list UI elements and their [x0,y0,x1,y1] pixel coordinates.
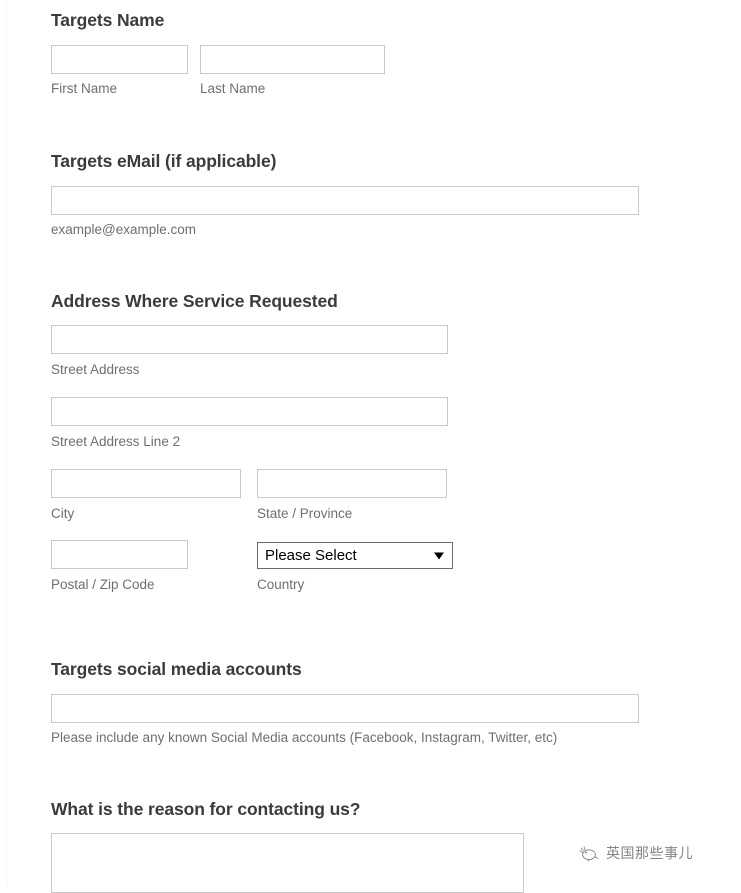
state-province-label: State / Province [257,506,353,521]
section-contact-reason: What is the reason for contacting us? [51,799,360,820]
social-accounts-hint-label: Please include any known Social Media ac… [51,730,558,745]
watermark: 英国那些事儿 [578,843,693,863]
section-heading-service-address: Address Where Service Requested [51,291,338,311]
last-name-label: Last Name [200,81,266,96]
email-input[interactable] [51,186,639,215]
section-heading-social-media: Targets social media accounts [51,659,302,679]
street-address-line2-input[interactable] [51,397,448,426]
section-social-media: Targets social media accounts [51,659,302,680]
city-label: City [51,506,75,521]
contact-reason-textarea[interactable] [51,833,524,893]
country-label: Country [257,577,305,592]
street-address-line2-label: Street Address Line 2 [51,434,181,449]
first-name-input[interactable] [51,45,188,74]
state-province-input[interactable] [257,469,447,498]
section-targets-email: Targets eMail (if applicable) [51,151,276,172]
street-address-input[interactable] [51,325,448,354]
city-input[interactable] [51,469,241,498]
email-hint-label: example@example.com [51,222,197,237]
section-heading-contact-reason: What is the reason for contacting us? [51,799,361,819]
section-service-address: Address Where Service Requested [51,291,338,312]
last-name-input[interactable] [200,45,385,74]
postal-zip-label: Postal / Zip Code [51,577,155,592]
postal-zip-input[interactable] [51,540,188,569]
watermark-text: 英国那些事儿 [606,846,693,862]
first-name-label: First Name [51,81,118,96]
social-accounts-input[interactable] [51,694,639,723]
section-heading-targets-name: Targets Name [51,10,165,30]
bird-icon [579,846,599,862]
service-request-form: Targets Name First Name Last Name Target… [0,0,741,893]
section-targets-name: Targets Name [51,10,164,31]
section-heading-targets-email: Targets eMail (if applicable) [51,151,277,171]
street-address-label: Street Address [51,362,140,377]
country-select-wrapper[interactable]: Please Select [257,542,453,569]
country-select[interactable]: Please Select [257,542,453,569]
